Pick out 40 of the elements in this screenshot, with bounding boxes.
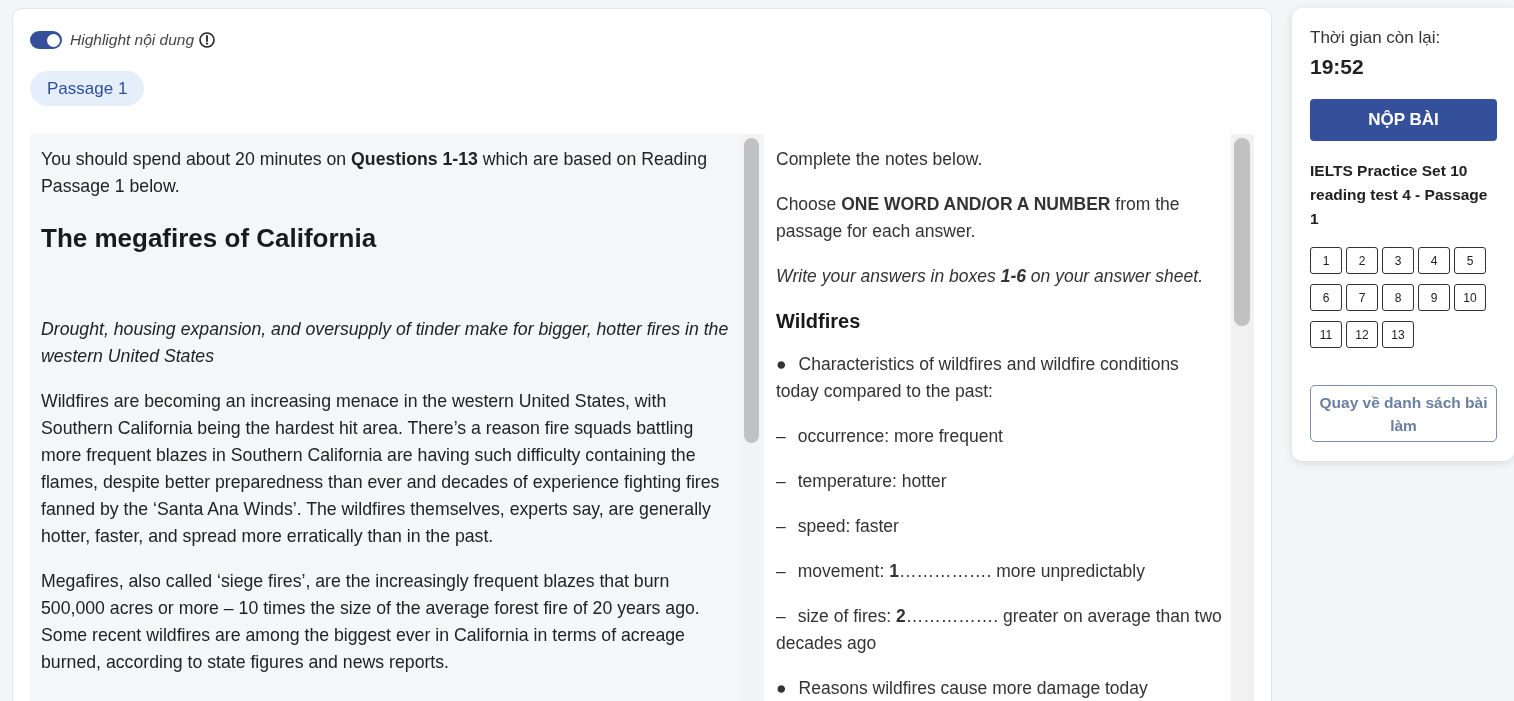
instruction-note: Write your answers in boxes 1-6 on your answer sheet. (776, 265, 1204, 288)
question-number-button[interactable]: 5 (1454, 247, 1486, 274)
note-item: – temperature: hotter (776, 470, 948, 493)
question-number-button[interactable]: 8 (1382, 284, 1414, 311)
question-number-button[interactable]: 11 (1310, 321, 1342, 348)
instruction-text: Choose ONE WORD AND/OR A NUMBER from the passage for each answer. (776, 193, 1181, 243)
question-number-button[interactable]: 1 (1310, 247, 1342, 274)
passage-title: The megafires of California (41, 222, 378, 255)
submit-button[interactable]: NỘP BÀI (1310, 99, 1497, 141)
test-title: IELTS Practice Set 10 reading test 4 - Passage 1 (1310, 161, 1489, 229)
passage-tab[interactable]: Passage 1 (30, 71, 145, 106)
question-number-button[interactable]: 4 (1418, 247, 1450, 274)
passage-subtitle: Drought, housing expansion, and oversupply of tinder make for bigger, hotter fires in the western United States (41, 318, 730, 368)
instruction-text: Complete the notes below. (776, 148, 984, 171)
question-number-button[interactable]: 13 (1382, 321, 1414, 348)
timer-label: Thời gian còn lại: (1310, 27, 1442, 49)
note-item: – speed: faster (776, 515, 900, 538)
highlight-label: Highlight nội dung (70, 31, 195, 49)
question-number-button[interactable]: 10 (1454, 284, 1486, 311)
highlight-toggle[interactable] (30, 31, 62, 49)
note-item: – movement: 1……………. more unpredictably (776, 560, 1146, 583)
question-number-button[interactable]: 2 (1346, 247, 1378, 274)
question-number-button[interactable]: 9 (1418, 284, 1450, 311)
passage-paragraph: Wildfires are becoming an increasing menace in the western United States, with Southern California being the hardest hit area. There’s a reason fire squads battling more frequent blazes in Southern California are having such difficulty containing the flames, despite better preparedness than ever and decades of experience fighting fires fanned by the ‘Santa Ana Winds’. The wildfires themselves, experts say, are generally hotter, faster, and spread more erratically than in the past. (41, 390, 721, 548)
info-icon[interactable] (199, 32, 216, 48)
timer-value: 19:52 (1310, 54, 1365, 80)
note-item: ● Reasons wildfires cause more damage today (776, 677, 1149, 700)
back-button[interactable]: Quay về danh sách bài làm (1310, 385, 1497, 442)
passage-paragraph: Megafires, also called ‘siege fires’, are the increasingly frequent blazes that burn 500,000 acres or more – 10 times the size of the average forest fire of 20 years ago. Some recent wildfires are among the biggest ever in California in terms of acreage burned, according to state figures and news reports. (41, 570, 701, 674)
question-number-button[interactable]: 6 (1310, 284, 1342, 311)
note-item: – occurrence: more frequent (776, 425, 1004, 448)
passage-intro: You should spend about 20 minutes on Questions 1-13 which are based on Reading Passage 1 below. (41, 148, 709, 198)
question-number-button[interactable]: 12 (1346, 321, 1378, 348)
scrollbar-thumb[interactable] (744, 138, 759, 443)
scrollbar-thumb[interactable] (1234, 138, 1250, 326)
question-number-button[interactable]: 3 (1382, 247, 1414, 274)
question-number-button[interactable]: 7 (1346, 284, 1378, 311)
note-item: – size of fires: 2……………. greater on average than two decades ago (776, 605, 1223, 655)
section-heading: Wildfires (776, 309, 862, 334)
note-item: ● Characteristics of wildfires and wildfire conditions today compared to the past: (776, 353, 1180, 403)
